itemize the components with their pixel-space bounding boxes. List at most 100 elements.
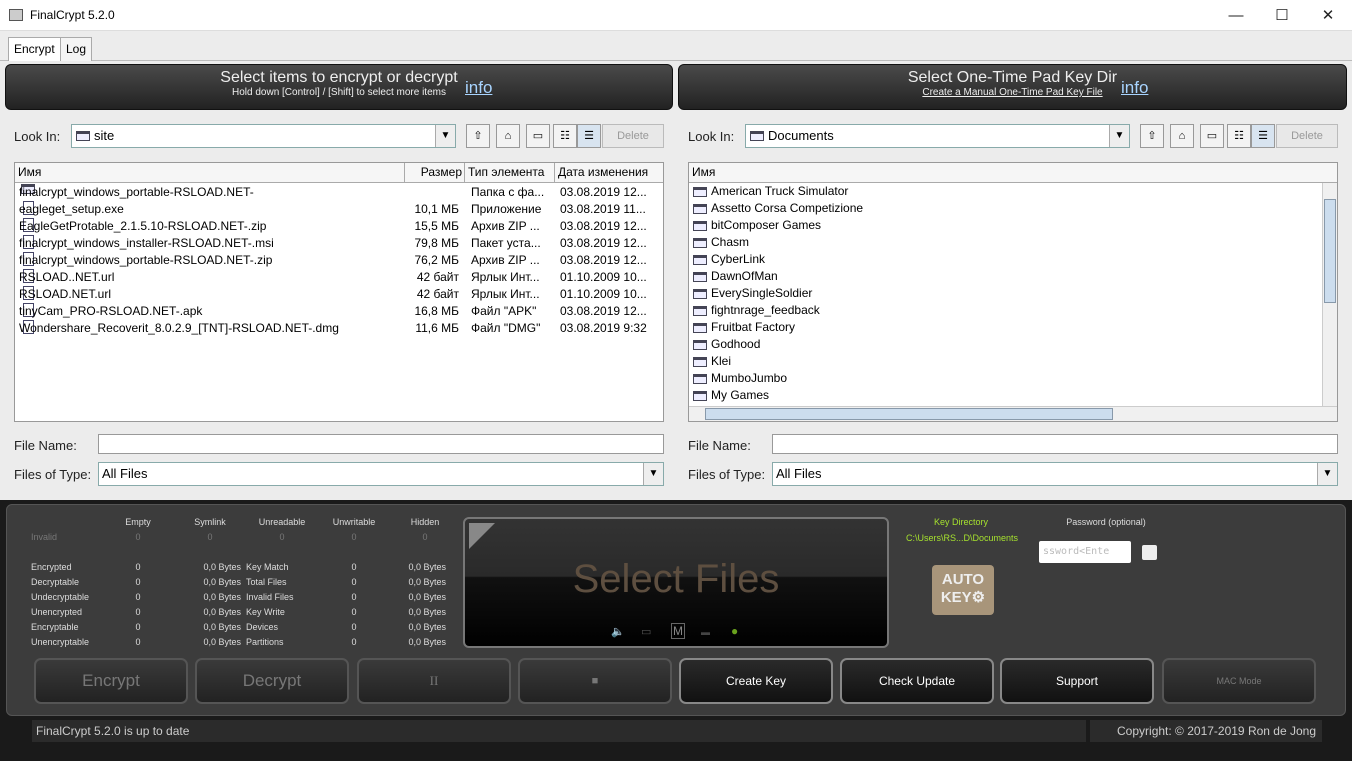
folder-name: Godhood [711, 337, 761, 351]
stat-bytes: 0,0 Bytes [203, 622, 241, 632]
folder-row[interactable]: Assetto Corsa Competizione [693, 200, 863, 217]
auto-key-button[interactable]: AUTO KEY⚙ [932, 565, 994, 615]
key-new-folder-button[interactable]: ▭ [1200, 124, 1224, 148]
tab-log[interactable]: Log [60, 37, 93, 61]
folder-row[interactable]: Godhood [693, 336, 760, 353]
file-size: 10,1 МБ [414, 202, 459, 216]
folder-icon [693, 203, 707, 214]
invalid-label: Invalid [31, 532, 58, 542]
key-header-title: Select One-Time Pad Key Dir [907, 69, 1118, 86]
file-row[interactable]: Wondershare_Recoverit_8.0.2.9_[TNT]-RSLO… [15, 320, 663, 337]
stat-count: 0 [135, 562, 141, 572]
password-show-checkbox[interactable] [1142, 545, 1157, 560]
folder-row[interactable]: CyberLink [693, 251, 765, 268]
file-row[interactable]: finalcrypt_windows_installer-RSLOAD.NET-… [15, 235, 663, 252]
file-row[interactable]: eagleget_setup.exe 10,1 МБ Приложение 03… [15, 201, 663, 218]
file-type: Папка с фа... [471, 185, 545, 199]
look-in-combo[interactable]: site ▼ [71, 124, 456, 148]
key-up-folder-button[interactable]: ⇧ [1140, 124, 1164, 148]
folder-row[interactable]: Chasm [693, 234, 749, 251]
stat-count: 0 [351, 607, 357, 617]
up-folder-button[interactable]: ⇧ [466, 124, 490, 148]
folder-icon [750, 131, 764, 141]
create-key-button[interactable]: Create Key [679, 658, 833, 704]
folder-row[interactable]: Klei [693, 353, 731, 370]
key-home-button[interactable]: ⌂ [1170, 124, 1194, 148]
decrypt-button[interactable]: Decrypt [195, 658, 349, 704]
file-row[interactable]: finalcrypt_windows_portable-RSLOAD.NET- … [15, 184, 663, 201]
copyright: Copyright: © 2017-2019 Ron de Jong [1090, 720, 1322, 742]
files-of-type-value: All Files [102, 466, 148, 481]
file-name-input[interactable] [98, 434, 664, 454]
column-size[interactable]: Размер [405, 163, 465, 183]
home-button[interactable]: ⌂ [496, 124, 520, 148]
delete-button[interactable]: Delete [602, 124, 664, 148]
support-button[interactable]: Support [1000, 658, 1154, 704]
folder-name: My Games [711, 388, 770, 402]
file-date: 03.08.2019 12... [560, 253, 647, 267]
file-list[interactable]: Имя Размер Тип элемента Дата изменения f… [14, 162, 664, 422]
maximize-button[interactable]: ☐ [1259, 0, 1305, 31]
file-date: 03.08.2019 12... [560, 185, 647, 199]
file-size: 16,8 МБ [414, 304, 459, 318]
scrollbar-thumb[interactable] [1324, 199, 1336, 303]
folder-row[interactable]: My Games [693, 387, 769, 404]
folder-row[interactable]: MumboJumbo [693, 370, 787, 387]
key-info-link[interactable]: info [1121, 78, 1148, 98]
column-type[interactable]: Тип элемента [465, 163, 555, 183]
stat-count: 0 [135, 607, 141, 617]
key-file-name-input[interactable] [772, 434, 1338, 454]
create-manual-key-link[interactable]: Create a Manual One-Time Pad Key File [679, 87, 1346, 98]
mac-indicator-icon: M [671, 623, 685, 639]
file-size: 42 байт [416, 270, 459, 284]
check-update-button[interactable]: Check Update [840, 658, 994, 704]
file-name: EagleGetProtable_2.1.5.10-RSLOAD.NET-.zi… [19, 219, 267, 233]
key-details-view-button[interactable]: ☰ [1251, 124, 1275, 148]
column-name[interactable]: Имя [15, 163, 405, 183]
encrypt-button[interactable]: Encrypt [34, 658, 188, 704]
folder-row[interactable]: fightnrage_feedback [693, 302, 820, 319]
key-files-of-type-combo[interactable]: All Files ▼ [772, 462, 1338, 486]
file-row[interactable]: RSLOAD.NET.url 42 байт Ярлык Инт... 01.1… [15, 286, 663, 303]
key-delete-button[interactable]: Delete [1276, 124, 1338, 148]
stop-button[interactable]: ■ [518, 658, 672, 704]
tab-encrypt[interactable]: Encrypt [8, 37, 61, 61]
close-button[interactable]: ✕ [1305, 0, 1351, 31]
files-of-type-combo[interactable]: All Files ▼ [98, 462, 664, 486]
folder-row[interactable]: DawnOfMan [693, 268, 778, 285]
stat-label: Unencryptable [31, 637, 90, 647]
folder-name: fightnrage_feedback [711, 303, 820, 317]
file-date: 01.10.2009 10... [560, 270, 647, 284]
file-row[interactable]: tinyCam_PRO-RSLOAD.NET-.apk 16,8 МБ Файл… [15, 303, 663, 320]
file-date: 03.08.2019 11... [560, 202, 646, 216]
folder-row[interactable]: Fruitbat Factory [693, 319, 795, 336]
key-look-in-combo[interactable]: Documents ▼ [745, 124, 1130, 148]
file-type: Архив ZIP ... [471, 253, 540, 267]
column-date[interactable]: Дата изменения [555, 163, 663, 183]
list-view-button[interactable]: ☷ [553, 124, 577, 148]
file-row[interactable]: EagleGetProtable_2.1.5.10-RSLOAD.NET-.zi… [15, 218, 663, 235]
key-directory-label: Key Directory [933, 517, 988, 527]
pause-button[interactable]: II [357, 658, 511, 704]
device-icon: ▬ [701, 627, 710, 637]
app-icon [9, 9, 23, 21]
horizontal-scrollbar[interactable] [689, 406, 1337, 421]
column-name[interactable]: Имя [689, 163, 1337, 183]
vertical-scrollbar[interactable] [1322, 183, 1337, 407]
key-folder-list[interactable]: Имя American Truck Simulator Assetto Cors… [688, 162, 1338, 422]
file-date: 03.08.2019 12... [560, 219, 647, 233]
minimize-button[interactable]: — [1213, 0, 1259, 31]
stat-header: Empty [125, 517, 151, 527]
password-input[interactable]: ssword<Ente [1039, 541, 1131, 563]
file-row[interactable]: RSLOAD..NET.url 42 байт Ярлык Инт... 01.… [15, 269, 663, 286]
file-row[interactable]: finalcrypt_windows_portable-RSLOAD.NET-.… [15, 252, 663, 269]
new-folder-button[interactable]: ▭ [526, 124, 550, 148]
details-view-button[interactable]: ☰ [577, 124, 601, 148]
folder-row[interactable]: bitComposer Games [693, 217, 821, 234]
folder-row[interactable]: American Truck Simulator [693, 183, 848, 200]
scrollbar-thumb[interactable] [705, 408, 1113, 420]
mac-mode-button[interactable]: MAC Mode [1162, 658, 1316, 704]
key-list-view-button[interactable]: ☷ [1227, 124, 1251, 148]
folder-row[interactable]: EverySingleSoldier [693, 285, 812, 302]
encrypt-info-link[interactable]: info [465, 78, 492, 98]
